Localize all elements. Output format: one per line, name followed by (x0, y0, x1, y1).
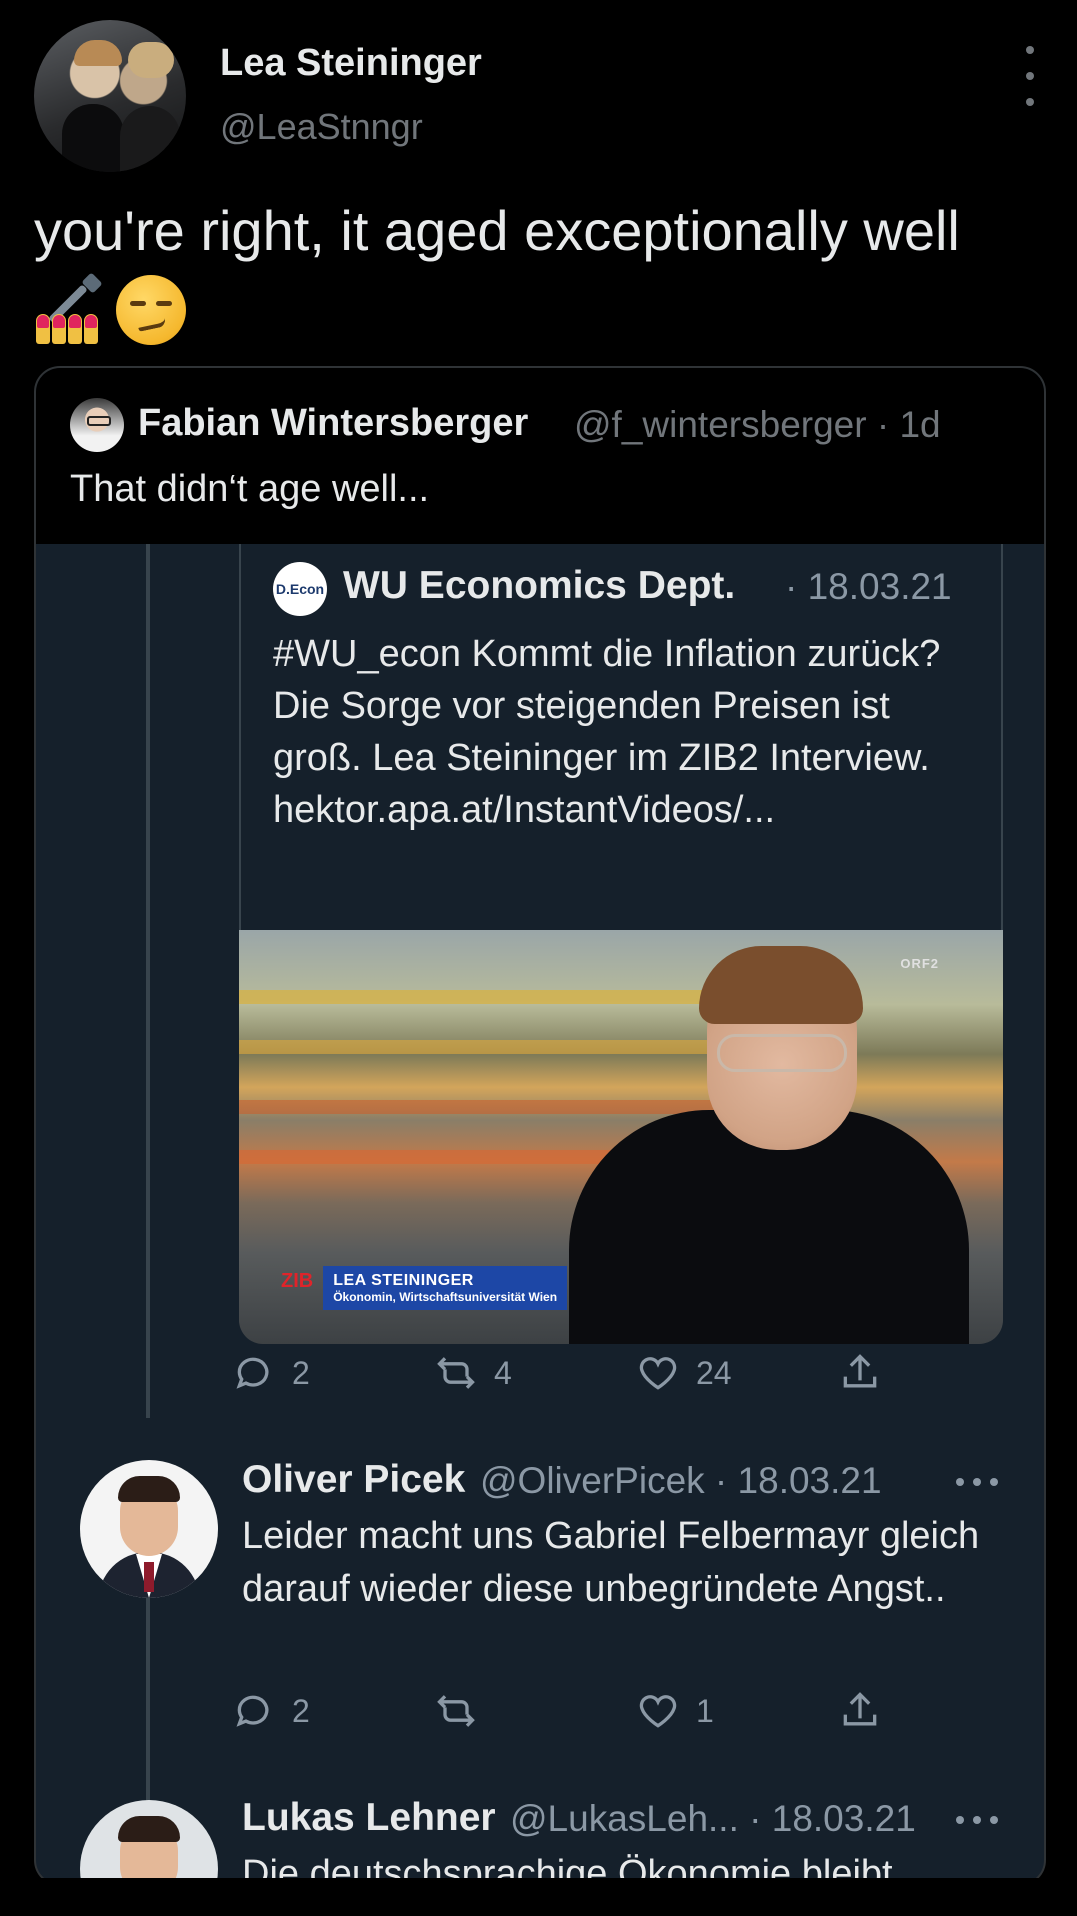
embedded-action-bar: 2 4 24 (36, 1348, 1044, 1398)
embedded-author-name: WU Economics Dept. (343, 564, 736, 607)
tweet-header: Lea Steininger @LeaStnngr (34, 20, 1043, 172)
author-handle[interactable]: @LeaStnngr (220, 106, 423, 148)
retweet-button[interactable] (434, 1686, 494, 1736)
more-options-icon[interactable] (956, 1814, 998, 1826)
quoted-tweet-header: Fabian Wintersberger @f_wintersberger · … (36, 368, 1044, 544)
like-button[interactable]: 24 (636, 1348, 732, 1398)
embedded-quote[interactable]: D.Econ WU Economics Dept. · 18.03.21 #WU… (239, 544, 1003, 1344)
bottom-edge (0, 1878, 1077, 1916)
heart-icon (639, 1357, 677, 1390)
quoted-tweet-card[interactable]: Fabian Wintersberger @f_wintersberger · … (34, 366, 1046, 1886)
retweet-icon (437, 1695, 475, 1727)
share-icon (843, 1354, 877, 1388)
retweet-count: 4 (494, 1354, 512, 1391)
like-count: 24 (696, 1354, 732, 1391)
author-avatar[interactable] (34, 20, 186, 172)
zib-person-role: Ökonomin, Wirtschaftsuniversität Wien (333, 1290, 558, 1304)
thread-line (146, 544, 150, 1418)
share-button[interactable] (838, 1686, 882, 1736)
reply-count: 2 (292, 1354, 310, 1391)
share-button[interactable] (838, 1348, 882, 1398)
zib-tag: ZIB (281, 1270, 314, 1292)
heart-icon (639, 1695, 677, 1728)
reply-count: 2 (292, 1692, 310, 1729)
reply-icon (236, 1357, 269, 1389)
reply-author-name[interactable]: Lukas Lehner (242, 1796, 496, 1840)
quoted-author-avatar (70, 398, 124, 452)
reply-text: Leider macht uns Gabriel Felbermayr glei… (242, 1515, 980, 1610)
quoted-author-name: Fabian Wintersberger (138, 402, 529, 444)
like-button[interactable]: 1 (636, 1686, 714, 1736)
retweet-icon (437, 1357, 475, 1389)
quoted-author-meta: @f_wintersberger · 1d (574, 404, 941, 445)
reply-button[interactable]: 2 (232, 1686, 310, 1736)
quoted-tweet-text: That didn‘t age well... (70, 468, 430, 510)
wu-econ-avatar: D.Econ (273, 562, 327, 616)
more-options-icon[interactable] (1017, 46, 1043, 106)
tweet-detail-view: Lea Steininger @LeaStnngr you're right, … (0, 0, 1077, 1916)
reply-avatar[interactable] (80, 1460, 218, 1598)
embedded-date: · 18.03.21 (785, 566, 952, 607)
like-count: 1 (696, 1692, 714, 1729)
nail-polish-emoji-icon (34, 272, 106, 346)
embedded-tweet-text: #WU_econ Kommt die Inflation zurück? Die… (273, 633, 941, 831)
tweet-emojis (34, 272, 186, 346)
share-icon (843, 1692, 877, 1726)
reply-avatar[interactable] (80, 1800, 218, 1884)
reply-button[interactable]: 2 (232, 1348, 310, 1398)
reply-icon (236, 1695, 269, 1727)
author-name[interactable]: Lea Steininger (220, 42, 482, 85)
reply-author-meta: @LukasLeh... · 18.03.21 (510, 1798, 916, 1839)
more-options-icon[interactable] (956, 1476, 998, 1488)
zib-person-name: LEA STEININGER (333, 1272, 474, 1289)
video-thumbnail[interactable]: ORF2 ZIB LEA STEININGER Ökonomin, Wirtsc… (239, 930, 1003, 1344)
orf2-logo: ORF2 (900, 956, 939, 971)
reply-author-meta: @OliverPicek · 18.03.21 (480, 1460, 882, 1501)
reply-author-name[interactable]: Oliver Picek (242, 1458, 465, 1502)
tweet-text: you're right, it aged exceptionally well (34, 199, 960, 262)
smirking-face-emoji-icon (116, 275, 186, 345)
zib-lower-third: ZIB LEA STEININGER Ökonomin, Wirtschafts… (275, 1266, 568, 1310)
reply-action-bar: 2 1 (36, 1686, 1044, 1736)
retweet-button[interactable]: 4 (434, 1348, 512, 1398)
